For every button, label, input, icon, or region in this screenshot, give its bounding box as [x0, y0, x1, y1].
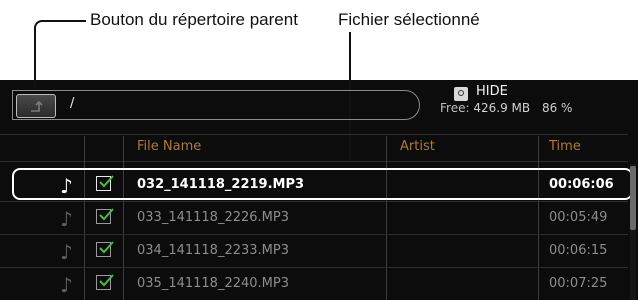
selected-file-highlight — [12, 168, 633, 200]
hide-label[interactable]: HIDE — [476, 84, 508, 99]
file-name: 034_141118_2233.MP3 — [137, 243, 289, 258]
header-bottom-divider — [0, 161, 628, 162]
music-note-icon: ♪ — [60, 207, 73, 231]
column-header-file-name[interactable]: File Name — [137, 139, 201, 154]
callout-line-parent-corner — [34, 20, 48, 30]
free-size: 426.9 MB — [473, 101, 531, 115]
column-header-artist[interactable]: Artist — [400, 139, 435, 154]
file-name: 035_141118_2240.MP3 — [137, 276, 289, 291]
file-time: 00:07:25 — [549, 276, 608, 291]
free-label: Free: — [440, 101, 470, 115]
checkbox-checked-icon[interactable] — [96, 241, 114, 257]
callout-line-parent-v — [34, 28, 36, 88]
file-time: 00:06:15 — [549, 243, 608, 258]
current-path: / — [70, 96, 75, 111]
checkbox-checked-icon[interactable] — [96, 274, 114, 290]
music-note-icon: ♪ — [60, 273, 73, 297]
header-top-divider — [0, 134, 628, 135]
row-divider — [0, 267, 628, 268]
file-time: 00:05:49 — [549, 210, 608, 225]
row-divider — [0, 234, 628, 235]
file-name: 033_141118_2226.MP3 — [137, 210, 289, 225]
up-arrow-icon — [31, 100, 43, 112]
music-note-icon: ♪ — [60, 240, 73, 264]
callout-selected-file-label: Fichier sélectionné — [338, 10, 480, 29]
checkbox-checked-icon[interactable] — [96, 208, 114, 224]
free-space-info: Free: 426.9 MB 86 % — [440, 101, 572, 115]
file-row[interactable]: ♪ 033_141118_2226.MP3 00:05:49 — [0, 203, 628, 233]
file-row[interactable]: ♪ 034_141118_2233.MP3 00:06:15 — [0, 236, 628, 266]
row-divider — [0, 201, 628, 202]
callout-parent-button-label: Bouton du répertoire parent — [90, 10, 298, 29]
free-percent: 86 % — [541, 101, 573, 115]
column-header-time[interactable]: Time — [549, 139, 581, 154]
parent-directory-button[interactable] — [16, 94, 56, 118]
callout-line-parent-h — [46, 20, 86, 22]
scrollbar-thumb[interactable] — [630, 166, 636, 230]
usb-storage-icon — [454, 87, 468, 101]
file-row[interactable]: ♪ 035_141118_2240.MP3 00:07:25 — [0, 269, 628, 299]
